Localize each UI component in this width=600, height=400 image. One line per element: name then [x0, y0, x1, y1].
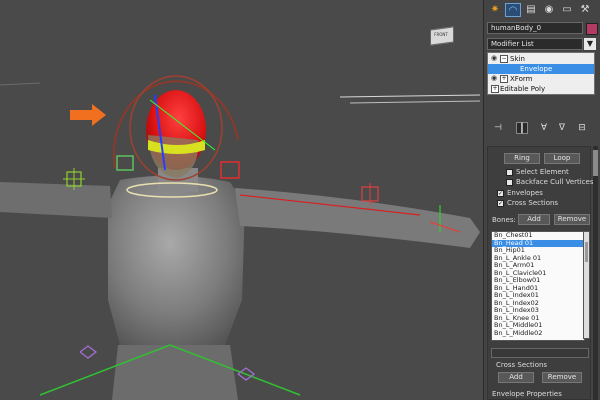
- stack-item-editable-poly[interactable]: + Editable Poly: [488, 84, 594, 94]
- display-tab-icon[interactable]: ▭: [559, 3, 575, 17]
- motion-tab-icon[interactable]: ◉: [541, 3, 557, 17]
- cs-add-button[interactable]: Add: [498, 372, 534, 383]
- viewcube-label: FRONT: [434, 32, 448, 37]
- bones-list[interactable]: Bn_Chest01 Bn_Head 01 Bn_Hip01 Bn_L_Ankle 0…: [491, 231, 585, 341]
- loop-button[interactable]: Loop: [544, 153, 580, 164]
- panel-scrollbar[interactable]: [593, 146, 598, 400]
- select-element-checkbox[interactable]: [506, 169, 513, 176]
- ring-button[interactable]: Ring: [504, 153, 540, 164]
- object-color-swatch[interactable]: [586, 23, 598, 35]
- stack-item-skin[interactable]: ◉ − Skin: [488, 54, 594, 64]
- lightbulb-icon[interactable]: ◉: [491, 75, 498, 82]
- cross-sections-header: Cross Sections: [496, 361, 548, 369]
- remove-modifier-icon[interactable]: ᐁ: [556, 122, 568, 134]
- stack-item-label: Editable Poly: [500, 85, 546, 93]
- envelope-properties-header[interactable]: Envelope Properties: [492, 390, 562, 399]
- hierarchy-tab-icon[interactable]: ▤: [523, 3, 539, 17]
- expand-icon[interactable]: +: [491, 85, 499, 93]
- left-arm-mesh: [0, 182, 112, 218]
- stack-item-label: Envelope: [520, 65, 553, 73]
- collapse-icon[interactable]: −: [500, 55, 508, 63]
- stack-item-envelope[interactable]: Envelope: [488, 64, 594, 74]
- select-element-label: Select Element: [516, 168, 569, 176]
- modify-tab-icon[interactable]: ◠: [505, 3, 521, 17]
- cs-remove-button[interactable]: Remove: [542, 372, 582, 383]
- viewcube[interactable]: FRONT: [426, 24, 456, 48]
- backface-cull-label: Backface Cull Vertices: [516, 178, 594, 186]
- make-unique-icon[interactable]: ∀: [538, 122, 550, 134]
- remove-bone-button[interactable]: Remove: [554, 214, 590, 225]
- bones-label: Bones:: [492, 216, 516, 224]
- command-panel: ✷ ◠ ▤ ◉ ▭ ⚒ humanBody_0 Modifier List ▼ …: [484, 0, 600, 400]
- envelopes-label: Envelopes: [507, 189, 543, 197]
- bones-scrollbar[interactable]: [583, 231, 590, 339]
- stack-item-label: Skin: [510, 55, 525, 63]
- show-end-result-icon[interactable]: ┃: [516, 122, 528, 134]
- backface-cull-checkbox[interactable]: [506, 179, 513, 186]
- envelopes-checkbox[interactable]: ✓: [497, 190, 504, 197]
- cross-sections-label: Cross Sections: [507, 199, 559, 207]
- modifier-list-dropdown[interactable]: Modifier List: [487, 38, 583, 50]
- configure-modifier-sets-icon[interactable]: ⊟: [576, 122, 588, 134]
- chevron-down-icon[interactable]: ▼: [584, 38, 596, 50]
- torso-mesh: [108, 175, 245, 345]
- stack-item-xform[interactable]: ◉ + XForm: [488, 74, 594, 84]
- bone-filter-field[interactable]: [491, 348, 589, 358]
- add-bone-button[interactable]: Add: [518, 214, 550, 225]
- stack-item-label: XForm: [510, 75, 533, 83]
- orange-arrow-icon: [70, 104, 106, 126]
- bone-list-item[interactable]: Bn_L_Middle02: [492, 329, 584, 338]
- modifier-stack[interactable]: ◉ − Skin Envelope ◉ + XForm + Editable P…: [487, 52, 595, 95]
- expand-icon[interactable]: +: [500, 75, 508, 83]
- cross-sections-checkbox[interactable]: ✓: [497, 200, 504, 207]
- object-name-field[interactable]: humanBody_0: [487, 22, 583, 34]
- skin-parameters-rollout: Ring Loop Select Element Backface Cull V…: [487, 146, 594, 400]
- viewport-scene: [0, 75, 481, 400]
- lightbulb-icon[interactable]: ◉: [491, 55, 498, 62]
- create-tab-icon[interactable]: ✷: [487, 3, 503, 17]
- utilities-tab-icon[interactable]: ⚒: [577, 3, 593, 17]
- viewport-3d[interactable]: FRONT: [0, 0, 484, 400]
- right-arm-mesh: [235, 188, 480, 248]
- pin-stack-icon[interactable]: ⊣: [492, 122, 504, 134]
